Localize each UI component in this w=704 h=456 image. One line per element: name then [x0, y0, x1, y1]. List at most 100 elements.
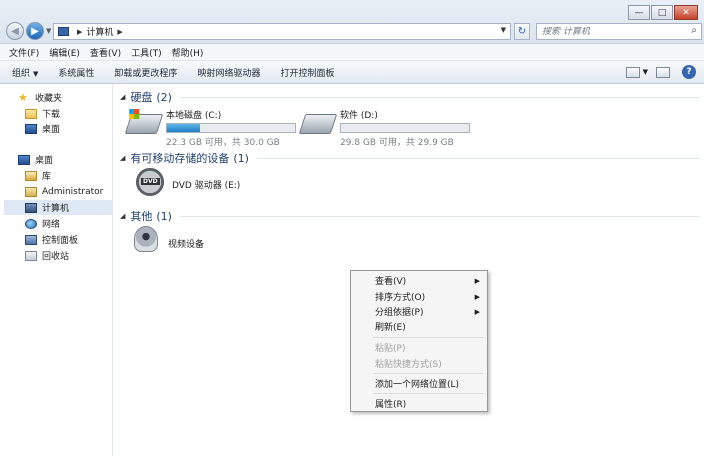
nav-network[interactable]: 网络	[25, 216, 60, 231]
hard-drive-icon	[298, 114, 338, 134]
group-title: 硬盘	[130, 91, 153, 104]
nav-libraries-label: 库	[42, 172, 52, 182]
forward-button[interactable]: ▶	[26, 22, 44, 40]
video-device[interactable]: 视频设备	[134, 226, 204, 252]
group-title: 其他	[130, 210, 153, 223]
search-icon[interactable]: ⌕	[691, 25, 697, 36]
nav-network-label: 网络	[42, 220, 61, 230]
navigation-buttons: ◀ ▶ ▼	[6, 22, 51, 40]
open-control-panel-button[interactable]: 打开控制面板	[280, 66, 334, 79]
preview-pane-icon[interactable]	[656, 66, 670, 78]
organize-button[interactable]: 组织 ▼	[12, 66, 38, 79]
context-menu-label: 排序方式(O)	[375, 293, 426, 303]
nav-administrator[interactable]: Administrator	[25, 184, 103, 199]
drive-space-info: 29.8 GB 可用，共 29.9 GB	[340, 138, 454, 148]
context-menu-sort-by[interactable]: 排序方式(O) ▶	[351, 289, 487, 304]
user-folder-icon	[25, 186, 37, 197]
nav-computer[interactable]: 计算机	[4, 200, 112, 215]
context-menu-label: 粘贴(P)	[375, 344, 406, 354]
group-header-removable[interactable]: ◢ 有可移动存储的设备 (1)	[120, 150, 700, 166]
desktop-icon	[18, 154, 30, 165]
context-menu-properties[interactable]: 属性(R)	[351, 396, 487, 411]
back-button[interactable]: ◀	[6, 22, 24, 40]
computer-icon	[25, 202, 37, 213]
view-options-dropdown-icon[interactable]: ▼	[643, 68, 648, 76]
title-bar: — □ ✕ ◀ ▶ ▼ ▶ 计算机 ▶ ▼ ↻ ⌕	[0, 0, 704, 44]
recycle-bin-icon	[25, 250, 37, 261]
nav-downloads[interactable]: 下载	[25, 106, 60, 121]
breadcrumb-computer[interactable]: 计算机	[86, 25, 113, 38]
window-controls: — □ ✕	[627, 5, 698, 20]
system-properties-button[interactable]: 系统属性	[58, 66, 94, 79]
drive-c-details: 本地磁盘 (C:) 22.3 GB 可用，共 30.0 GB	[166, 108, 296, 148]
menu-file[interactable]: 文件(F)	[9, 46, 39, 59]
group-header-other[interactable]: ◢ 其他 (1)	[120, 208, 700, 224]
change-view-icon[interactable]	[625, 66, 640, 78]
drive-d[interactable]: 软件 (D:) 29.8 GB 可用，共 29.9 GB	[298, 108, 470, 148]
nav-favorites[interactable]: ★ 收藏夹	[18, 90, 62, 105]
address-dropdown-icon[interactable]: ▼	[501, 26, 506, 34]
menu-edit[interactable]: 编辑(E)	[49, 46, 80, 59]
context-menu-add-network-location[interactable]: 添加一个网络位置(L)	[351, 376, 487, 391]
close-button[interactable]: ✕	[674, 5, 698, 20]
breadcrumb-separator-icon[interactable]: ▶	[77, 28, 82, 36]
nav-desktop-label: 桌面	[35, 156, 54, 166]
collapse-triangle-icon[interactable]: ◢	[120, 154, 125, 162]
star-icon: ★	[18, 90, 28, 104]
search-input[interactable]	[542, 26, 682, 37]
drive-usage-bar	[166, 123, 296, 133]
recent-pages-dropdown-icon[interactable]: ▼	[46, 27, 51, 35]
downloads-folder-icon	[25, 108, 37, 119]
collapse-triangle-icon[interactable]: ◢	[120, 93, 125, 101]
nav-recycle-bin[interactable]: 回收站	[25, 248, 69, 263]
nav-control-panel[interactable]: 控制面板	[25, 232, 78, 247]
nav-libraries[interactable]: 库	[25, 168, 51, 183]
group-divider	[256, 157, 700, 159]
context-menu-paste-shortcut: 粘贴快捷方式(S)	[351, 356, 487, 371]
control-panel-icon	[25, 234, 37, 245]
context-menu-group-by[interactable]: 分组依据(P) ▶	[351, 304, 487, 319]
back-arrow-icon: ◀	[11, 25, 19, 37]
menu-bar: 文件(F) 编辑(E) 查看(V) 工具(T) 帮助(H)	[0, 44, 704, 61]
uninstall-program-button[interactable]: 卸载或更改程序	[114, 66, 177, 79]
context-menu: 查看(V) ▶ 排序方式(O) ▶ 分组依据(P) ▶ 刷新(E) 粘贴(P) 粘贴快…	[350, 270, 488, 412]
context-menu-label: 属性(R)	[375, 400, 407, 410]
drive-space-info: 22.3 GB 可用，共 30.0 GB	[166, 138, 280, 148]
search-box[interactable]: ⌕	[536, 23, 702, 40]
nav-desktop-fav[interactable]: 桌面	[25, 121, 60, 136]
drive-name: DVD 驱动器 (E:)	[172, 181, 241, 191]
drive-usage-bar	[340, 123, 470, 133]
hard-drive-icon	[124, 109, 164, 134]
collapse-triangle-icon[interactable]: ◢	[120, 212, 125, 220]
menu-view[interactable]: 查看(V)	[90, 46, 121, 59]
menu-help[interactable]: 帮助(H)	[172, 46, 204, 59]
drive-usage-fill	[167, 124, 200, 132]
breadcrumb-separator-icon[interactable]: ▶	[117, 28, 122, 36]
menu-tools[interactable]: 工具(T)	[131, 46, 162, 59]
maximize-button[interactable]: □	[651, 5, 673, 20]
context-menu-view[interactable]: 查看(V) ▶	[351, 273, 487, 288]
group-count: (1)	[233, 151, 249, 165]
nav-downloads-label: 下载	[42, 110, 61, 120]
context-menu-separator	[373, 393, 483, 394]
computer-icon	[58, 27, 69, 36]
chevron-down-icon: ▼	[33, 69, 39, 78]
desktop-icon	[25, 123, 37, 134]
dvd-badge: DVD	[141, 178, 160, 185]
group-header-hard-disks[interactable]: ◢ 硬盘 (2)	[120, 89, 700, 105]
address-bar[interactable]: ▶ 计算机 ▶ ▼	[53, 23, 511, 40]
group-divider	[179, 215, 700, 217]
drive-name: 软件 (D:)	[340, 111, 378, 121]
nav-administrator-label: Administrator	[42, 186, 104, 197]
refresh-button[interactable]: ↻	[514, 23, 530, 40]
context-menu-label: 添加一个网络位置(L)	[375, 380, 460, 390]
context-menu-refresh[interactable]: 刷新(E)	[351, 319, 487, 334]
nav-desktop[interactable]: 桌面	[18, 152, 53, 167]
context-menu-separator	[373, 337, 483, 338]
drive-dvd[interactable]: DVD DVD 驱动器 (E:)	[136, 168, 240, 196]
map-network-drive-button[interactable]: 映射网络驱动器	[197, 66, 260, 79]
help-icon[interactable]: ?	[682, 65, 696, 79]
context-menu-paste: 粘贴(P)	[351, 340, 487, 355]
minimize-button[interactable]: —	[628, 5, 650, 20]
drive-c[interactable]: 本地磁盘 (C:) 22.3 GB 可用，共 30.0 GB	[124, 108, 296, 148]
